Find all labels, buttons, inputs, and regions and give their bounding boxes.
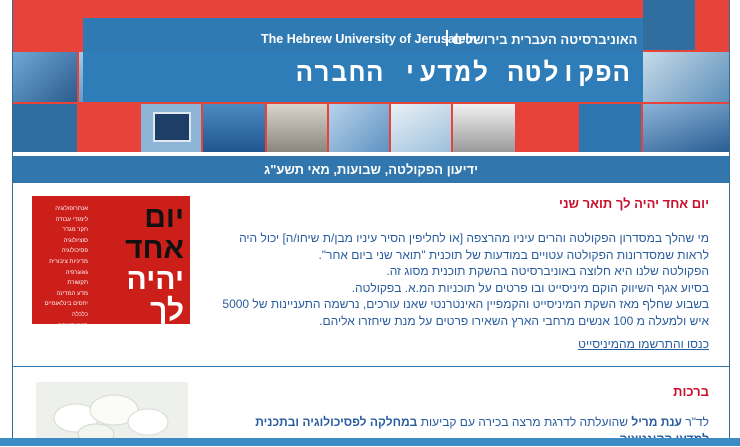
figures-image — [329, 104, 389, 152]
chart-image — [391, 104, 451, 152]
masters-ad-image: אנתרופולוגיה לימודי עבודה חקר מגדר סוציולוג… — [32, 196, 190, 324]
ad-dept-item: תקשורת — [67, 280, 88, 287]
article-body: מי שהלך במסדרון הפקולטה והרים עיניו מהרצ… — [219, 230, 709, 329]
ad-dept-item: סוציולוגיה — [63, 237, 88, 244]
coins-image — [643, 52, 729, 102]
ad-dept-item: סטטיסטיקה — [38, 321, 88, 324]
article-title: יום אחד יהיה לך תואר שני — [559, 196, 709, 211]
header-banner: The Hebrew University of Jerusalem האוני… — [13, 0, 729, 152]
ad-headline-line: יהיה לך — [126, 263, 184, 324]
ad-dept-item: יחסים בינלאומיים — [44, 301, 88, 308]
article-paragraph: בשבוע שחלף מאז השקת המיניסייט והקמפיין ה… — [222, 297, 709, 328]
department-name: במחלקה לפסיכולוגיה ובתכנית — [255, 415, 418, 429]
article-paragraph: מי שהלך במסדרון הפקולטה והרים עיניו מהרצ… — [239, 231, 709, 262]
bottom-scroll-strip — [0, 438, 740, 446]
ad-dept-item: מדיניות ציבורית — [49, 258, 88, 265]
university-name-he: האוניברסיטה העברית בירושלים — [453, 32, 638, 47]
divider — [13, 366, 729, 367]
ad-dept-item: לימודי עבודה — [55, 216, 88, 223]
greetings-title: ברכות — [673, 384, 709, 399]
university-name-en: The Hebrew University of Jerusalem — [261, 32, 477, 46]
ad-dept-item: כלכלה — [72, 311, 88, 318]
tv-image — [141, 104, 201, 152]
article-paragraph: בסיוע אגף השיווק הוקם מיניסייט ובו פרטים… — [351, 280, 709, 295]
ad-headline-line: יום אחד — [125, 201, 184, 265]
building-image — [453, 104, 515, 152]
ad-dept-item: פסיכולוגיה — [61, 248, 88, 255]
article-paragraph: הפקולטה שלנו היא חלוצה באוניברסיטה בהשקת… — [386, 264, 709, 278]
papers-image — [643, 104, 729, 152]
minisite-link[interactable]: כנסו והתרשמו מהמיניסייט — [578, 337, 709, 351]
world-map-image — [203, 104, 265, 152]
person-name: ענת מריל — [631, 415, 682, 429]
brain-image — [13, 52, 77, 102]
flowers-image — [36, 382, 188, 446]
newsletter-frame: The Hebrew University of Jerusalem האוני… — [12, 0, 730, 446]
ad-dept-item: חקר מגדר — [62, 227, 88, 234]
newsletter-subtitle: ידיעון הפקולטה, שבועות, מאי תשע"ג — [13, 156, 729, 183]
portrait-image — [267, 104, 327, 152]
faculty-title: הפקולטה למדעי החברה — [296, 58, 631, 88]
ad-dept-item: גאוגרפיה — [65, 269, 88, 276]
ad-dept-item: מדע המדינה — [56, 290, 88, 297]
ad-dept-item: אנתרופולוגיה — [55, 206, 88, 212]
